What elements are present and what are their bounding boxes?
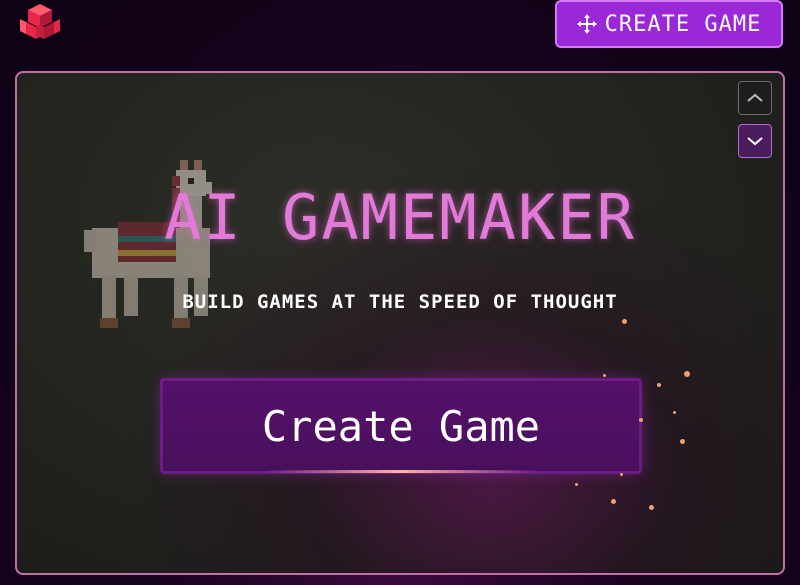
sparkle [603,374,606,377]
sparkle [680,439,685,444]
scroll-up-button[interactable] [738,81,772,115]
hero-create-game-label: Create Game [261,401,541,451]
chevron-down-icon [747,137,763,146]
create-game-button[interactable]: CREATE GAME [555,0,783,48]
create-game-button-label: CREATE GAME [604,11,762,37]
sparkle [622,319,627,324]
button-glow-line [263,470,539,473]
sparkle [673,411,676,414]
chevron-up-icon [747,93,763,102]
sparkle [611,499,616,504]
hero-subtitle: BUILD GAMES AT THE SPEED OF THOUGHT [182,291,618,313]
hero-create-game-button[interactable]: Create Game [160,378,642,474]
game-preview-panel: AI GAMEMAKER BUILD GAMES AT THE SPEED OF… [15,71,785,575]
sparkle [639,418,643,422]
scroll-down-button[interactable] [738,124,772,158]
sparkle [657,383,661,387]
hero-title: AI GAMEMAKER [164,181,636,254]
sparkle [649,505,654,510]
move-arrows-icon [576,14,597,34]
sparkle [684,371,690,377]
sparkle [620,473,623,476]
stacked-cubes-logo-icon [20,4,60,39]
app-logo[interactable] [18,2,62,42]
sparkle [575,483,578,486]
